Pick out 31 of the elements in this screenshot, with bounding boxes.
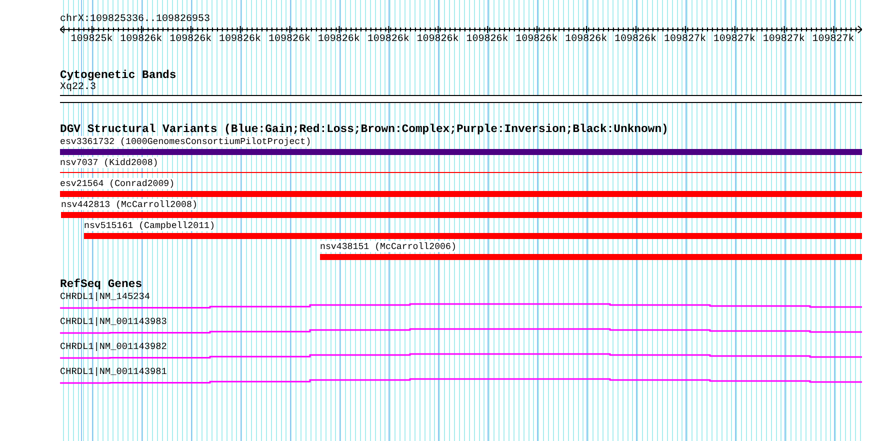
location-label: chrX:109825336..109826953 <box>60 14 210 25</box>
ruler-tick-label: 109826k <box>168 34 213 45</box>
ruler-tick-label: 109826k <box>316 34 361 45</box>
variant-label: nsv442813 (McCarroll2008) <box>61 199 198 210</box>
variant-label: esv21564 (Conrad2009) <box>60 178 175 189</box>
ruler-tick-label: 109826k <box>514 34 559 45</box>
ruler-tick-label: 109826k <box>119 34 164 45</box>
ruler-tick-label: 109827k <box>762 34 806 45</box>
ruler-tick-label: 109825k <box>70 34 114 45</box>
gene-label: CHRDL1|NM_001143981 <box>60 366 167 378</box>
ruler-tick-label: 109826k <box>416 34 460 45</box>
gene-label: CHRDL1|NM_001143982 <box>60 341 167 353</box>
gene-label: CHRDL1|NM_001143983 <box>60 316 167 328</box>
ruler-tick-label: 109826k <box>218 34 262 45</box>
ruler-tick-label: 109827k <box>712 34 756 45</box>
ruler-tick-label: 109827k <box>811 34 856 45</box>
gene-label: CHRDL1|NM_145234 <box>60 291 150 303</box>
track-title: Cytogenetic Bands <box>60 70 176 82</box>
ruler-tick-label: 109826k <box>614 34 658 45</box>
track-title: DGV Structural Variants (Blue:Gain;Red:Loss;Brown:Complex;Purple:Inversion;Black:Unknown) <box>60 124 668 136</box>
ruler-tick-label: 109826k <box>465 34 510 45</box>
band-label: Xq22.3 <box>60 82 96 93</box>
variant-label: nsv438151 (McCarroll2006) <box>320 241 456 252</box>
ruler-tick-label: 109826k <box>564 34 608 45</box>
track-title: RefSeq Genes <box>60 279 142 291</box>
ruler-tick-label: 109826k <box>366 34 410 45</box>
variant-label: nsv7037 (Kidd2008) <box>60 157 158 168</box>
variant-label: esv3361732 (1000GenomesConsortiumPilotProject) <box>60 136 312 147</box>
ruler-tick-label: 109827k <box>662 34 707 45</box>
ruler-tick-label: 109826k <box>267 34 312 45</box>
variant-label: nsv515161 (Campbell2011) <box>84 220 215 231</box>
